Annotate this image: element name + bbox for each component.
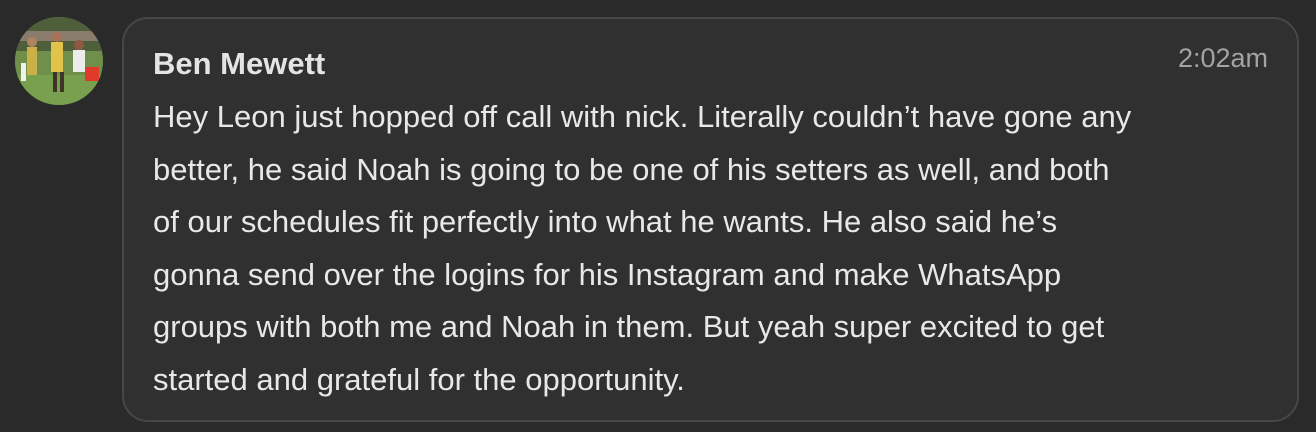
user-photo-avatar-icon: [15, 17, 103, 105]
message-line: gonna send over the logins for his Insta…: [153, 256, 1062, 292]
message-text: Hey Leon just hopped off call with nick.…: [153, 91, 1268, 407]
message-line: started and grateful for the opportunity…: [153, 361, 685, 397]
sender-avatar[interactable]: [15, 17, 103, 105]
sender-name[interactable]: Ben Mewett: [153, 45, 325, 83]
message-line: better, he said Noah is going to be one …: [153, 151, 1110, 187]
message-line: of our schedules fit perfectly into what…: [153, 204, 1058, 240]
message-line: Hey Leon just hopped off call with nick.…: [153, 99, 1132, 134]
message-timestamp: 2:02am: [1177, 43, 1268, 73]
message-bubble[interactable]: Ben Mewett 2:02am Hey Leon just hopped o…: [122, 17, 1299, 422]
message-line: groups with both me and Noah in them. Bu…: [153, 309, 1105, 345]
